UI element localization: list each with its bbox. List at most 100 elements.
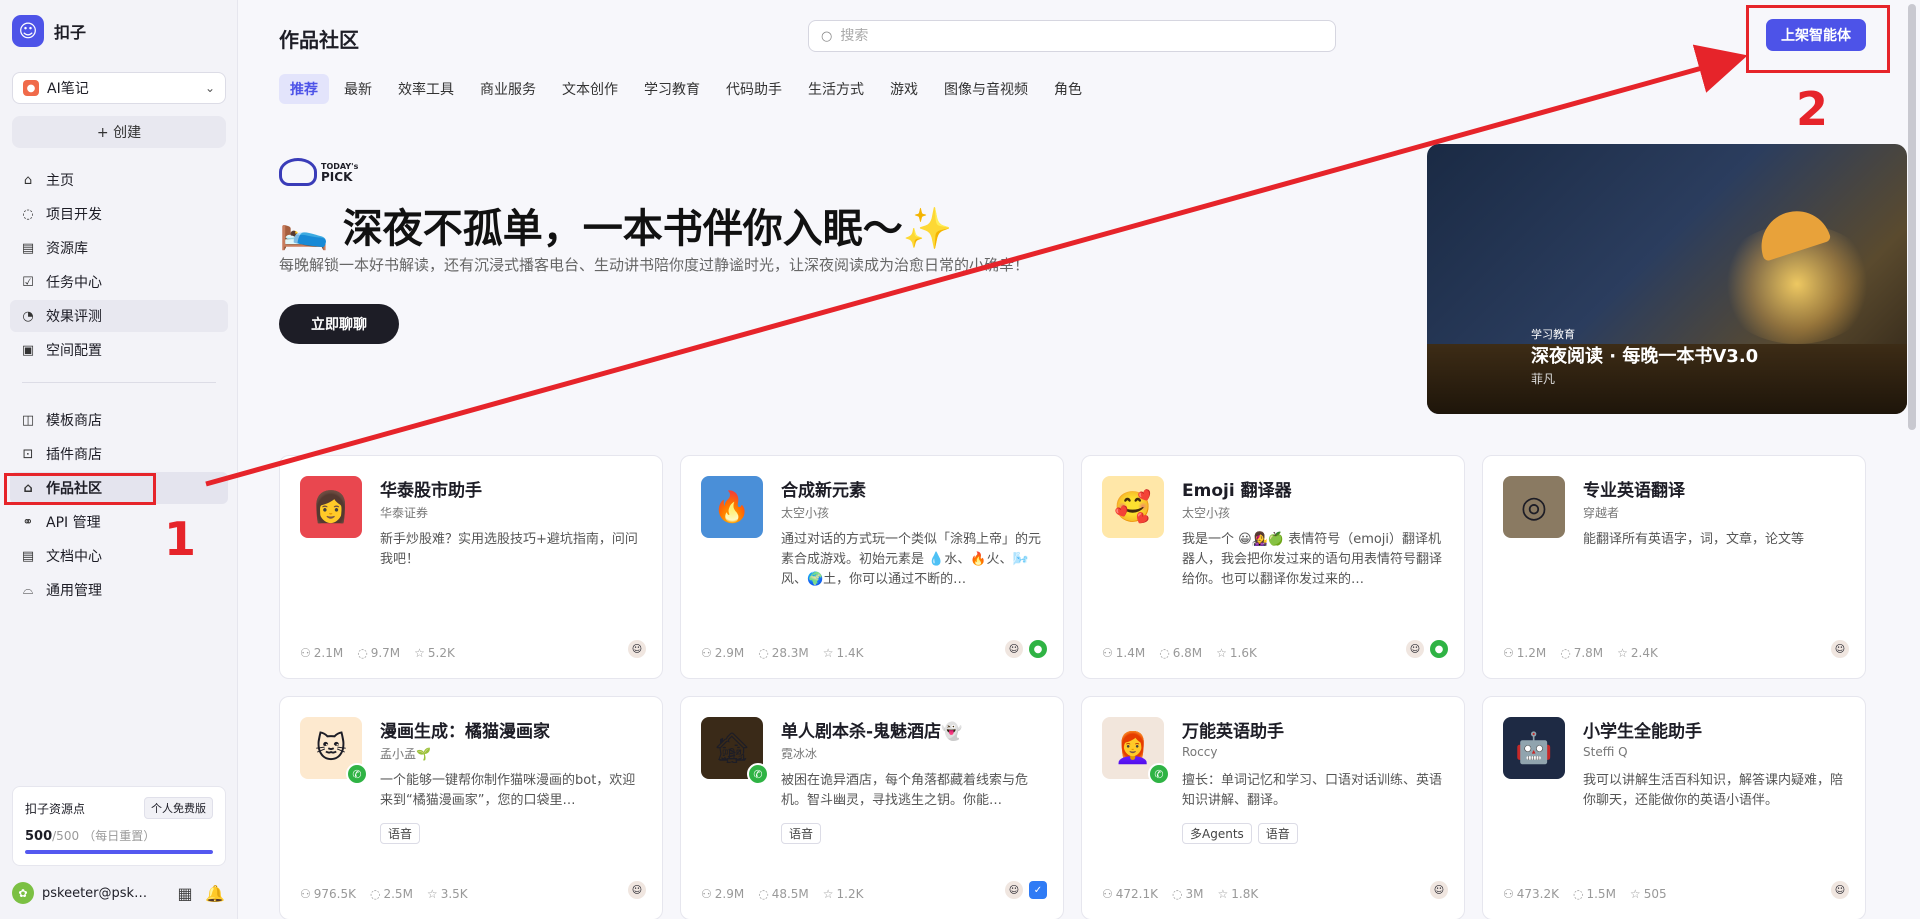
home-icon: ⌂ <box>23 172 33 188</box>
sidebar-divider <box>22 382 216 383</box>
resource-value: 500/500 （每日重置） <box>25 829 156 844</box>
tab-10[interactable]: 角色 <box>1043 74 1093 104</box>
agent-title: 万能英语助手 <box>1182 722 1284 742</box>
agent-card[interactable]: 🤖 小学生全能助手 Steffi Q 我可以讲解生活百科知识，解答课内疑难，陪你… <box>1482 696 1866 919</box>
search-icon: ○ <box>821 28 833 44</box>
space-config-icon: ▣ <box>21 342 35 358</box>
search-box[interactable]: ○ <box>808 20 1336 52</box>
sidebar-item-template-store[interactable]: ◫ 模板商店 <box>10 404 228 436</box>
brand[interactable]: ☺ 扣子 <box>12 14 86 48</box>
resource-points-panel[interactable]: 扣子资源点 个人免费版 500/500 （每日重置） <box>12 786 226 866</box>
tab-9[interactable]: 图像与音视频 <box>933 74 1039 104</box>
apps-grid-icon[interactable]: ▦ <box>174 884 196 903</box>
user-name[interactable]: pskeeter@psk… <box>42 886 166 901</box>
agent-card[interactable]: 👩 华泰股市助手 华泰证券 新手炒股难？实用选股技巧+避坑指南，问问我吧！ ⚇ 2… <box>279 455 663 679</box>
agent-author: 太空小孩 <box>1182 506 1231 520</box>
sidebar-item-evaluation[interactable]: ◔ 效果评测 <box>10 300 228 332</box>
agent-stats: ⚇ 2.9M ◌ 48.5M ☆ 1.2K <box>701 887 863 901</box>
sidebar-item-label: 模板商店 <box>46 413 102 429</box>
search-input[interactable] <box>840 28 1323 44</box>
stars-stat: ☆ 1.2K <box>822 887 864 901</box>
creator-avatar-icon: ☺ <box>1831 881 1849 899</box>
users-stat: ⚇ 472.1K <box>1102 887 1158 901</box>
agent-title: 专业英语翻译 <box>1583 481 1685 501</box>
category-tabs: 推荐 最新 效率工具 商业服务 文本创作 学习教育 代码助手 生活方式 游戏 图像与音视频 角色 <box>279 74 1093 104</box>
agent-platforms: ☺ <box>1430 881 1448 899</box>
todays-pick-logo: TODAY's PICK <box>279 158 358 186</box>
tab-8[interactable]: 游戏 <box>879 74 929 104</box>
tab-0[interactable]: 推荐 <box>279 74 329 104</box>
card-tag: 语音 <box>1257 823 1298 844</box>
agent-card[interactable]: 🥰 Emoji 翻译器 太空小孩 我是一个 😀👩‍🎤🍏 表情符号（emoji）翻… <box>1081 455 1465 679</box>
users-stat: ⚇ 2.9M <box>701 646 745 660</box>
sidebar-item-manage[interactable]: ⌓ 通用管理 <box>10 574 228 606</box>
tab-5[interactable]: 学习教育 <box>633 74 711 104</box>
agent-card[interactable]: ◎ 专业英语翻译 穿越者 能翻译所有英语字，词，文章，论文等 ⚇ 1.2M ◌ 7.… <box>1482 455 1866 679</box>
sidebar-item-label: 效果评测 <box>46 309 102 325</box>
agent-card[interactable]: 🔥 合成新元素 太空小孩 通过对话的方式玩一个类似「涂鸦上帝」的元素合成游戏。初… <box>680 455 1064 679</box>
agent-author: Steffi Q <box>1583 745 1628 759</box>
bell-icon[interactable]: 🔔 <box>204 884 226 903</box>
space-selector[interactable]: ● AI笔记 ⌄ <box>12 72 226 104</box>
chat-icon: ◌ <box>1560 646 1571 660</box>
sidebar-item-label: 文档中心 <box>46 549 102 565</box>
creator-avatar-icon: ☺ <box>1005 881 1023 899</box>
tab-4[interactable]: 文本创作 <box>551 74 629 104</box>
sidebar: ☺ 扣子 ● AI笔记 ⌄ + 创建 ⌂ 主页 ◌ 项目开发 ▤ 资源库 ☑ 任务中心 ◔ 效果评… <box>0 0 238 919</box>
users-stat: ⚇ 976.5K <box>300 887 356 901</box>
scrollbar[interactable] <box>1908 4 1916 430</box>
template-store-icon: ◫ <box>21 412 35 428</box>
chat-icon: ◌ <box>357 646 368 660</box>
chat-now-button[interactable]: 立即聊聊 <box>279 304 399 344</box>
chat-icon: ◌ <box>758 646 769 660</box>
tab-1[interactable]: 最新 <box>333 74 383 104</box>
stars-stat: ☆ 505 <box>1629 887 1667 901</box>
agent-title: 合成新元素 <box>781 481 866 501</box>
agent-avatar: 🤖 <box>1503 717 1565 779</box>
chats-stat: ◌ 28.3M <box>758 646 809 660</box>
agent-description: 被困在诡异酒店，每个角落都藏着线索与危机。智斗幽灵，寻找逃生之钥。你能… <box>781 773 1029 808</box>
tab-7[interactable]: 生活方式 <box>797 74 875 104</box>
users-icon: ⚇ <box>300 646 311 660</box>
sidebar-item-home[interactable]: ⌂ 主页 <box>10 164 228 196</box>
star-icon: ☆ <box>426 887 438 901</box>
agent-card[interactable]: 🐱 ✆ 漫画生成：橘猫漫画家 孟小孟🌱 一个能够一键帮你制作猫咪漫画的bot，欢… <box>279 696 663 919</box>
agent-author: 孟小孟🌱 <box>380 747 431 761</box>
sidebar-item-plugin-store[interactable]: ⊡ 插件商店 <box>10 438 228 470</box>
agent-tags: 语音 <box>380 823 421 844</box>
users-icon: ⚇ <box>300 887 311 901</box>
plugin-store-icon: ⊡ <box>22 446 34 462</box>
tab-2[interactable]: 效率工具 <box>387 74 465 104</box>
agent-platforms: ☺ <box>628 640 646 658</box>
hero-subtitle: 每晚解锁一本好书解读，还有沉浸式播客电台、生动讲书陪你度过静谧时光，让深夜阅读成… <box>279 256 1030 274</box>
agent-author: 华泰证券 <box>380 506 429 520</box>
sidebar-item-project[interactable]: ◌ 项目开发 <box>10 198 228 230</box>
users-icon: ⚇ <box>1503 887 1514 901</box>
hero-card-category: 学习教育 <box>1531 328 1575 341</box>
sidebar-item-task[interactable]: ☑ 任务中心 <box>10 266 228 298</box>
hero-card-title: 深夜阅读 · 每晚一本书V3.0 <box>1531 346 1759 367</box>
creator-avatar-icon: ☺ <box>628 881 646 899</box>
agent-description: 擅长：单词记忆和学习、口语对话训练、英语知识讲解、翻译。 <box>1182 773 1443 808</box>
create-button[interactable]: + 创建 <box>12 116 226 148</box>
agent-card[interactable]: 👩‍🦰 ✆ 万能英语助手 Roccy 擅长：单词记忆和学习、口语对话训练、英语知… <box>1081 696 1465 919</box>
agent-author: 霓冰冰 <box>781 747 818 761</box>
resource-progress <box>25 850 213 854</box>
agent-platforms: ☺ <box>628 881 646 899</box>
annotation-label-1: 1 <box>164 512 197 566</box>
agent-card[interactable]: 🏚 ✆ 单人剧本杀-鬼魅酒店👻 霓冰冰 被困在诡异酒店，每个角落都藏着线索与危机… <box>680 696 1064 919</box>
resource-title: 扣子资源点 <box>25 801 86 816</box>
tab-3[interactable]: 商业服务 <box>469 74 547 104</box>
tab-6[interactable]: 代码助手 <box>715 74 793 104</box>
users-icon: ⚇ <box>1503 646 1514 660</box>
voice-call-icon: ✆ <box>346 763 368 785</box>
users-icon: ⚇ <box>701 646 712 660</box>
user-avatar[interactable]: ✿ <box>12 882 34 904</box>
chat-icon: ◌ <box>1159 646 1170 660</box>
chevron-down-icon: ⌄ <box>204 81 215 95</box>
chat-icon: ◌ <box>370 887 381 901</box>
hero-feature-card[interactable]: 学习教育 深夜阅读 · 每晚一本书V3.0 菲凡 <box>1427 144 1907 414</box>
sidebar-item-space-config[interactable]: ▣ 空间配置 <box>10 334 228 366</box>
sidebar-item-library[interactable]: ▤ 资源库 <box>10 232 228 264</box>
agent-stats: ⚇ 1.2M ◌ 7.8M ☆ 2.4K <box>1503 646 1658 660</box>
